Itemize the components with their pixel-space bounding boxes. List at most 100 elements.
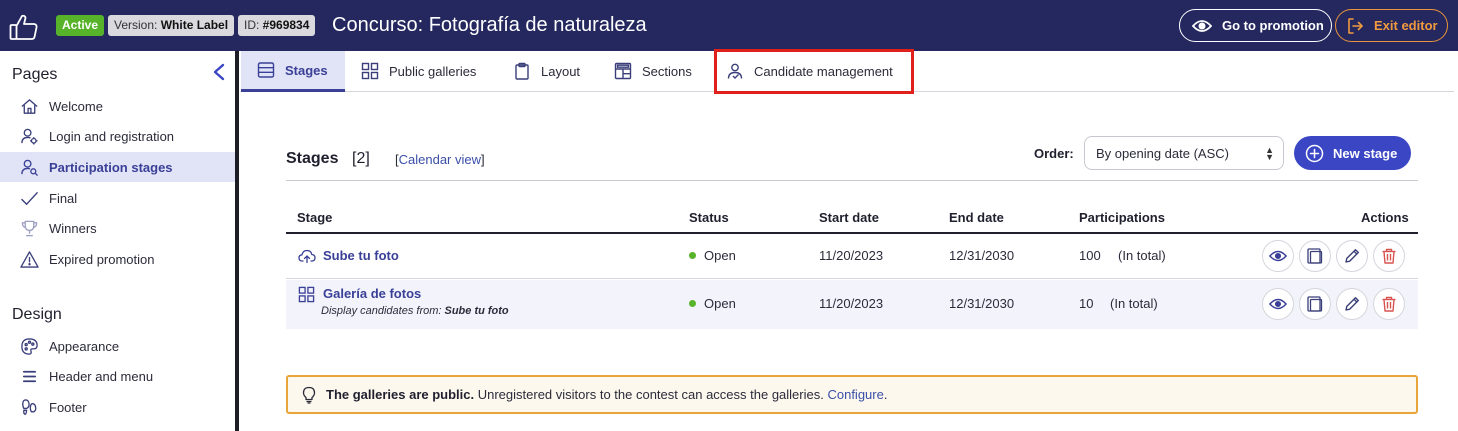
go-to-promotion-button[interactable]: Go to promotion xyxy=(1179,9,1332,42)
top-bar: Active Version: White Label ID: #969834 … xyxy=(0,0,1458,51)
stage-participations: 10 xyxy=(1079,296,1094,311)
view-button[interactable] xyxy=(1262,288,1294,320)
notice-body: Unregistered visitors to the contest can… xyxy=(474,387,828,402)
trash-icon xyxy=(1382,248,1396,264)
sidebar-item-label: Welcome xyxy=(49,98,103,114)
stage-participations-note: (In total) xyxy=(1118,248,1166,263)
sidebar-item-participation-stages[interactable]: Participation stages xyxy=(0,152,235,182)
go-to-promotion-label: Go to promotion xyxy=(1222,18,1324,33)
sidebar-item-final[interactable]: Final xyxy=(0,183,235,213)
stage-start-date: 11/20/2023 xyxy=(819,248,884,263)
delete-button[interactable] xyxy=(1373,240,1405,272)
duplicate-button[interactable] xyxy=(1299,240,1331,272)
palette-icon xyxy=(21,337,38,355)
sidebar-item-label: Login and registration xyxy=(49,128,175,144)
plus-circle-icon xyxy=(1305,144,1324,162)
check-icon xyxy=(21,191,38,205)
home-icon xyxy=(21,98,38,114)
grid-icon xyxy=(361,62,379,80)
stages-title: Stages xyxy=(286,150,339,167)
stage-status: Open xyxy=(689,248,736,263)
edit-button[interactable] xyxy=(1336,288,1368,320)
status-dot xyxy=(689,252,696,259)
sidebar-item-welcome[interactable]: Welcome xyxy=(0,91,235,121)
column-header-status: Status xyxy=(689,210,729,225)
column-header-participations: Participations xyxy=(1079,210,1165,225)
sidebar-item-footer[interactable]: Footer xyxy=(0,392,235,422)
sidebar-item-label: Final xyxy=(49,190,78,206)
tab-label: Stages xyxy=(285,62,328,78)
clipboard-icon xyxy=(515,62,529,80)
sections-icon xyxy=(614,62,632,80)
stage-start-date: 11/20/2023 xyxy=(819,296,884,311)
cloud-upload-icon xyxy=(298,249,316,264)
footer-icon xyxy=(22,398,37,415)
tab-label: Layout xyxy=(541,63,581,79)
duplicate-button[interactable] xyxy=(1299,288,1331,320)
pages-heading: Pages xyxy=(12,66,58,83)
order-select-value: By opening date (ASC) xyxy=(1096,145,1229,161)
stage-status-text: Open xyxy=(704,248,736,263)
sidebar-item-expired-promotion[interactable]: Expired promotion xyxy=(0,244,235,274)
status-badge: Active xyxy=(56,15,105,36)
sidebar-item-header-menu[interactable]: Header and menu xyxy=(0,361,235,391)
notice-bold: The galleries are public. xyxy=(326,387,475,402)
user-settings-icon xyxy=(21,128,38,144)
delete-button[interactable] xyxy=(1373,288,1405,320)
version-badge: Version: White Label xyxy=(108,15,235,36)
stages-count: [2] xyxy=(352,150,370,167)
tab-layout[interactable]: Layout xyxy=(513,51,580,91)
version-value: White Label xyxy=(160,18,229,32)
sidebar-item-login-registration[interactable]: Login and registration xyxy=(0,121,235,151)
design-heading: Design xyxy=(12,306,62,323)
configure-link[interactable]: Configure xyxy=(827,387,883,402)
table-row: Galería de fotos Display candidates from… xyxy=(286,280,1418,329)
page-title: Concurso: Fotografía de naturaleza xyxy=(332,14,647,36)
exit-editor-button[interactable]: Exit editor xyxy=(1335,9,1448,42)
highlight-box xyxy=(714,49,914,94)
column-header-end-date: End date xyxy=(949,210,1004,225)
eye-icon xyxy=(1192,19,1212,32)
trash-icon xyxy=(1382,296,1396,312)
tab-public-galleries[interactable]: Public galleries xyxy=(361,51,476,91)
exit-editor-label: Exit editor xyxy=(1374,18,1438,33)
sidebar-item-winners[interactable]: Winners xyxy=(0,213,235,243)
stage-end-date: 12/31/2030 xyxy=(949,248,1015,263)
sidebar-item-label: Footer xyxy=(49,399,87,415)
notice-end: . xyxy=(883,387,888,402)
user-search-icon xyxy=(21,159,39,176)
stage-name[interactable]: Galería de fotos xyxy=(323,286,421,301)
edit-button[interactable] xyxy=(1336,240,1368,272)
sidebar-item-label: Participation stages xyxy=(49,159,173,175)
tab-sections[interactable]: Sections xyxy=(614,51,692,91)
sidebar-item-label: Appearance xyxy=(49,338,120,354)
lightbulb-icon xyxy=(302,386,316,404)
stage-name[interactable]: Sube tu foto xyxy=(323,248,399,263)
stage-status: Open xyxy=(689,296,736,311)
eye-icon xyxy=(1269,250,1287,262)
list-icon xyxy=(257,62,275,78)
chevron-left-icon[interactable] xyxy=(212,63,226,81)
pencil-icon xyxy=(1345,249,1359,263)
divider xyxy=(286,180,1418,181)
eye-icon xyxy=(1269,298,1287,310)
calendar-view-link[interactable]: Calendar view xyxy=(399,152,481,167)
notice-text: The galleries are public. Unregistered v… xyxy=(326,387,887,402)
sidebar: Pages Welcome Login and registration Par… xyxy=(0,51,235,431)
column-header-actions: Actions xyxy=(1361,210,1409,225)
stage-end-date: 12/31/2030 xyxy=(949,296,1015,311)
calendar-view-link-wrap: [Calendar view] xyxy=(395,152,485,167)
version-label: Version: xyxy=(114,18,161,32)
tab-stages[interactable]: Stages xyxy=(241,51,345,92)
sidebar-divider[interactable] xyxy=(235,51,239,431)
tab-label: Sections xyxy=(642,63,692,79)
stage-status-text: Open xyxy=(704,296,736,311)
sidebar-item-appearance[interactable]: Appearance xyxy=(0,331,235,361)
new-stage-button[interactable]: New stage xyxy=(1294,136,1411,170)
order-select[interactable]: By opening date (ASC) ▲ ▼ xyxy=(1084,136,1284,170)
view-button[interactable] xyxy=(1262,240,1294,272)
id-badge: ID: #969834 xyxy=(238,15,316,36)
column-header-stage: Stage xyxy=(297,210,333,225)
stage-participations-note: (In total) xyxy=(1110,296,1158,311)
sidebar-item-label: Header and menu xyxy=(49,368,154,384)
